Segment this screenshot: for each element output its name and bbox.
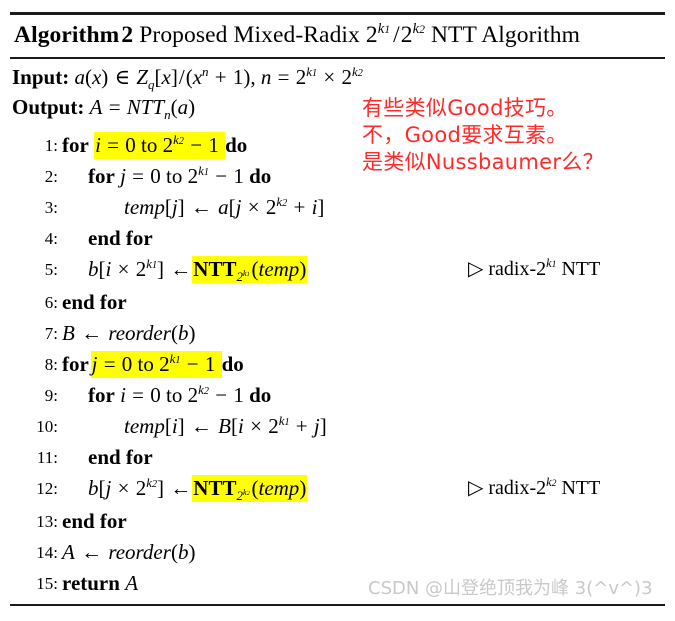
line-content: for i = 0 to 2k2 − 1 do (88, 382, 272, 407)
algorithm-line-6: 6: end for (0, 287, 675, 318)
algorithm-line-13: 13: end for (0, 506, 675, 537)
algorithm-line-3: 3: temp[j] ← a[j × 2k2 + i] (0, 192, 675, 223)
line-number: 3: (44, 198, 58, 217)
line-number: 8: (44, 355, 58, 374)
line-content: temp[j] ← a[j × 2k2 + i] (124, 194, 325, 219)
highlight-span: NTT2k2 (temp) (192, 475, 308, 504)
highlight-span: i = 0 to 2k2 − 1 (94, 132, 226, 159)
algorithm-line-9: 9: for i = 0 to 2k2 − 1 do (0, 380, 675, 411)
algorithm-line-8: 8: for j = 0 to 2k1 − 1 do (0, 349, 675, 380)
algorithm-line-14: 14: A ← reorder(b) (0, 537, 675, 568)
line-content: B ← reorder(b) (62, 321, 196, 345)
algorithm-number: 2 (121, 22, 134, 48)
line-content: for i = 0 to 2k2 − 1 do (62, 132, 248, 159)
line-number: 14: (36, 543, 58, 562)
algorithm-input: Input: a(x) ∈ Zq[x]/(xn + 1), n = 2k1 × … (12, 64, 363, 93)
line-content: return A (62, 571, 139, 595)
algorithm-line-7: 7: B ← reorder(b) (0, 318, 675, 349)
line-number: 4: (44, 229, 58, 248)
algorithm-line-10: 10: temp[i] ← B[i × 2k1 + j] (0, 411, 675, 442)
line-content: b[i × 2k1] ←NTT2k1 (temp) (88, 256, 308, 285)
annotation-line-2: 不，Good要求互素。 (362, 123, 568, 147)
annotation-line-3: 是类似Nussbaumer么？ (362, 150, 604, 174)
algorithm-line-5: 5: b[i × 2k1] ←NTT2k1 (temp) ▷ radix-2k1… (0, 254, 675, 285)
line-number: 12: (36, 479, 58, 498)
line-number: 13: (36, 512, 58, 531)
line-number: 10: (36, 417, 58, 436)
algorithm-line-11: 11: end for (0, 442, 675, 473)
algorithm-label: Algorithm (14, 22, 120, 48)
line-content: for j = 0 to 2k1 − 1 do (62, 351, 244, 378)
line-content: end for (62, 509, 127, 533)
line-number: 2: (44, 167, 58, 186)
line-number: 5: (44, 260, 58, 279)
algorithm-line-4: 4: end for (0, 223, 675, 254)
annotation-line-1: 有些类似Good技巧。 (362, 96, 568, 120)
top-rule (10, 12, 665, 15)
algorithm-title: Algorithm 2 Proposed Mixed-Radix 2k1 /2k… (14, 21, 581, 48)
line-content: end for (88, 445, 153, 469)
line-number: 11: (36, 448, 58, 467)
line-number: 9: (44, 386, 58, 405)
algorithm-output: Output: A = NTTn(a) (12, 95, 196, 123)
line-number: 15: (36, 574, 58, 593)
red-annotation: 有些类似Good技巧。 不，Good要求互素。 是类似Nussbaumer么？ (362, 95, 604, 176)
bottom-rule (10, 604, 665, 606)
line-content: end for (88, 226, 153, 250)
line-comment: ▷ radix-2k2 NTT (468, 475, 601, 499)
line-number: 1: (44, 136, 58, 155)
csdn-watermark: CSDN @山登绝顶我为峰 3(^v^)3 (368, 578, 653, 599)
line-content: A ← reorder(b) (62, 540, 196, 564)
line-content: end for (62, 290, 127, 314)
line-content: for j = 0 to 2k1 − 1 do (88, 163, 272, 188)
line-comment: ▷ radix-2k1 NTT (468, 256, 601, 280)
header-rule (10, 57, 665, 59)
highlight-span: j = 0 to 2k1 − 1 (90, 351, 222, 378)
line-number: 6: (44, 293, 58, 312)
algorithm-line-12: 12: b[j × 2k2] ←NTT2k2 (temp) ▷ radix-2k… (0, 473, 675, 504)
highlight-span: NTT2k1 (temp) (192, 256, 308, 285)
line-number: 7: (44, 324, 58, 343)
algorithm-block: Algorithm 2 Proposed Mixed-Radix 2k1 /2k… (0, 0, 675, 621)
line-content: b[j × 2k2] ←NTT2k2 (temp) (88, 475, 308, 504)
line-content: temp[i] ← B[i × 2k1 + j] (124, 413, 327, 438)
